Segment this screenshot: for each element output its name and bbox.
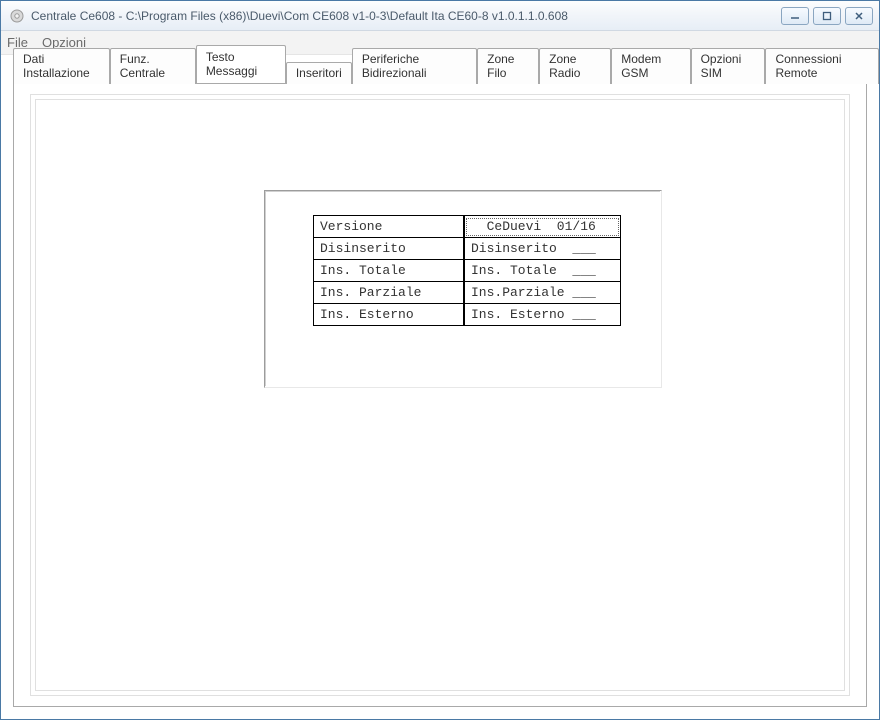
messages-table: Versione CeDuevi 01/16DisinseritoDisinse… xyxy=(313,215,621,326)
titlebar: Centrale Ce608 - C:\Program Files (x86)\… xyxy=(1,1,879,31)
tab-periferiche-bidi[interactable]: Periferiche Bidirezionali xyxy=(352,48,477,84)
maximize-button[interactable] xyxy=(813,7,841,25)
tabstrip: Dati InstallazioneFunz. CentraleTesto Me… xyxy=(13,61,879,83)
tab-zone-radio[interactable]: Zone Radio xyxy=(539,48,611,84)
close-button[interactable] xyxy=(845,7,873,25)
messages-row: Ins. EsternoIns. Esterno ___ xyxy=(314,304,621,326)
messages-row: Ins. TotaleIns. Totale ___ xyxy=(314,260,621,282)
decorative-frame: Versione CeDuevi 01/16DisinseritoDisinse… xyxy=(30,94,850,696)
message-value[interactable]: Ins. Esterno ___ xyxy=(464,304,621,326)
message-label: Ins. Totale xyxy=(314,260,464,282)
tab-connessioni-remote[interactable]: Connessioni Remote xyxy=(765,48,879,84)
tab-funz-centrale[interactable]: Funz. Centrale xyxy=(110,48,196,84)
message-value[interactable]: Disinserito ___ xyxy=(464,238,621,260)
tab-testo-messaggi[interactable]: Testo Messaggi xyxy=(196,45,286,83)
app-icon xyxy=(9,8,25,24)
client-area: Dati InstallazioneFunz. CentraleTesto Me… xyxy=(1,55,879,719)
window-buttons xyxy=(781,7,873,25)
tab-page-testo-messaggi: Versione CeDuevi 01/16DisinseritoDisinse… xyxy=(13,83,867,707)
message-label: Disinserito xyxy=(314,238,464,260)
message-label: Ins. Parziale xyxy=(314,282,464,304)
message-value[interactable]: CeDuevi 01/16 xyxy=(464,216,621,238)
messages-row: DisinseritoDisinserito ___ xyxy=(314,238,621,260)
message-value[interactable]: Ins.Parziale ___ xyxy=(464,282,621,304)
messages-row: Versione CeDuevi 01/16 xyxy=(314,216,621,238)
message-label: Versione xyxy=(314,216,464,238)
minimize-button[interactable] xyxy=(781,7,809,25)
tab-modem-gsm[interactable]: Modem GSM xyxy=(611,48,690,84)
decorative-frame-inner: Versione CeDuevi 01/16DisinseritoDisinse… xyxy=(35,99,845,691)
tab-zone-filo[interactable]: Zone Filo xyxy=(477,48,539,84)
app-window: Centrale Ce608 - C:\Program Files (x86)\… xyxy=(0,0,880,720)
message-label: Ins. Esterno xyxy=(314,304,464,326)
window-title: Centrale Ce608 - C:\Program Files (x86)\… xyxy=(31,9,781,23)
tab-opzioni-sim[interactable]: Opzioni SIM xyxy=(691,48,766,84)
messages-row: Ins. ParzialeIns.Parziale ___ xyxy=(314,282,621,304)
messages-panel: Versione CeDuevi 01/16DisinseritoDisinse… xyxy=(264,190,662,388)
tab-dati-installazione[interactable]: Dati Installazione xyxy=(13,48,110,84)
message-value[interactable]: Ins. Totale ___ xyxy=(464,260,621,282)
tab-inseritori[interactable]: Inseritori xyxy=(286,62,352,84)
